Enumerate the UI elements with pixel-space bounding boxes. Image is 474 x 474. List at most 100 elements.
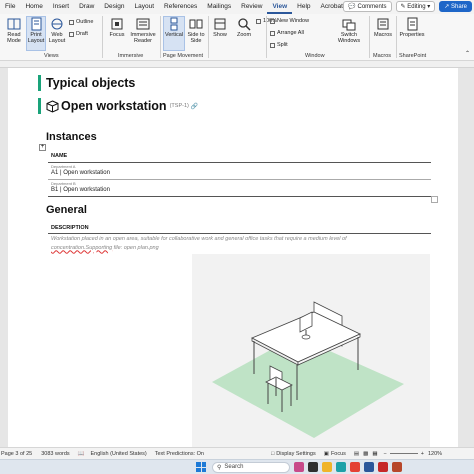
row-department: Department A bbox=[51, 164, 76, 169]
share-button[interactable]: ↗ Share bbox=[439, 1, 472, 12]
read-mode-icon[interactable]: ▤ bbox=[354, 451, 359, 457]
link-icon[interactable]: 🔗 bbox=[191, 103, 198, 110]
vertical-button[interactable]: Vertical bbox=[163, 16, 185, 51]
arrange-all-label: Arrange All bbox=[277, 30, 304, 36]
tab-home[interactable]: Home bbox=[20, 0, 47, 14]
app-icon[interactable] bbox=[294, 462, 304, 472]
macros-button[interactable]: Macros bbox=[372, 17, 394, 38]
group-label-page-movement: Page Movement bbox=[163, 53, 204, 59]
tab-file[interactable]: File bbox=[0, 0, 20, 14]
workstation-illustration[interactable] bbox=[192, 254, 430, 447]
print-layout-button[interactable]: Print Layout bbox=[26, 16, 46, 51]
table-row[interactable]: B1 | Open workstation bbox=[51, 187, 110, 193]
zoom-slider[interactable] bbox=[389, 453, 418, 454]
switch-windows-icon bbox=[342, 19, 356, 31]
outline-label: Outline bbox=[76, 19, 94, 25]
split-button[interactable]: Split bbox=[270, 42, 288, 48]
zoom-out-icon[interactable]: − bbox=[384, 451, 387, 457]
spelling-error-word[interactable]: concentration.Supporting bbox=[51, 245, 112, 251]
display-settings-icon[interactable]: □ bbox=[271, 451, 274, 457]
switch-windows-label: Switch Windows bbox=[337, 32, 361, 44]
arrange-all-button[interactable]: Arrange All bbox=[270, 30, 304, 36]
tab-design[interactable]: Design bbox=[99, 0, 129, 14]
split-icon bbox=[270, 42, 275, 48]
proofing-icon[interactable]: 📖 bbox=[78, 451, 85, 457]
workstation-drawing bbox=[212, 301, 404, 438]
table-rule bbox=[48, 179, 431, 180]
table-move-handle-icon[interactable]: + bbox=[39, 144, 46, 151]
focus-label: Focus bbox=[109, 32, 125, 38]
tab-view[interactable]: View bbox=[267, 0, 293, 14]
reader-icon bbox=[136, 18, 150, 30]
web-layout-icon[interactable]: ▦ bbox=[372, 451, 377, 457]
acrobat-icon[interactable] bbox=[378, 462, 388, 472]
description-line-1: Workstation placed in an open area, suit… bbox=[51, 236, 347, 242]
instances-heading: Instances bbox=[46, 131, 97, 143]
print-layout-icon[interactable]: ▩ bbox=[363, 451, 368, 457]
page-count[interactable]: Page 3 of 25 bbox=[1, 451, 32, 457]
document-page[interactable]: Typical objects Open workstation (TSP-1)… bbox=[8, 68, 458, 447]
properties-icon bbox=[407, 17, 418, 31]
editing-button[interactable]: ✎ Editing ▾ bbox=[395, 1, 436, 12]
immersive-reader-button[interactable]: Immersive Reader bbox=[128, 17, 158, 44]
zoom-in-icon[interactable]: + bbox=[421, 451, 424, 457]
tab-layout[interactable]: Layout bbox=[130, 0, 160, 14]
text-predictions-status[interactable]: Text Predictions: On bbox=[155, 451, 204, 457]
group-separator bbox=[102, 16, 103, 58]
taskbar-search[interactable]: ⚲ Search bbox=[212, 461, 290, 473]
share-icon: ↗ bbox=[444, 4, 450, 10]
description-column-header: DESCRIPTION bbox=[51, 225, 89, 231]
properties-button[interactable]: Properties bbox=[398, 17, 426, 38]
table-rule bbox=[48, 233, 431, 234]
heading-workstation-text: Open workstation bbox=[61, 99, 167, 113]
magnifier-icon bbox=[238, 18, 251, 31]
search-icon: ⚲ bbox=[217, 464, 222, 471]
outline-button[interactable]: Outline bbox=[69, 19, 93, 25]
windows-start-icon[interactable] bbox=[196, 462, 206, 472]
group-separator bbox=[208, 16, 209, 58]
display-settings-label[interactable]: Display Settings bbox=[276, 451, 315, 457]
powerpoint-icon[interactable] bbox=[392, 462, 402, 472]
edge-icon[interactable] bbox=[336, 462, 346, 472]
app-icon[interactable] bbox=[308, 462, 318, 472]
print-layout-label: Print Layout bbox=[27, 32, 45, 44]
file-explorer-icon[interactable] bbox=[322, 462, 332, 472]
table-resize-handle[interactable] bbox=[431, 196, 438, 203]
read-mode-label: Read Mode bbox=[7, 32, 21, 44]
draft-button[interactable]: Draft bbox=[69, 31, 88, 37]
show-button[interactable]: Show bbox=[211, 17, 229, 38]
side-to-side-button[interactable]: Side to Side bbox=[186, 17, 206, 44]
read-mode-button[interactable]: Read Mode bbox=[3, 17, 25, 44]
focus-mode-label[interactable]: Focus bbox=[331, 451, 346, 457]
zoom-level[interactable]: 120% bbox=[428, 451, 442, 457]
tab-references[interactable]: References bbox=[159, 0, 202, 14]
document-area: Typical objects Open workstation (TSP-1)… bbox=[0, 61, 474, 447]
name-column-header: NAME bbox=[51, 153, 68, 159]
tab-mailings[interactable]: Mailings bbox=[202, 0, 236, 14]
comments-button[interactable]: 💬 Comments bbox=[343, 1, 392, 12]
switch-windows-button[interactable]: Switch Windows bbox=[332, 17, 366, 44]
tab-review[interactable]: Review bbox=[236, 0, 267, 14]
heading-typical-objects: Typical objects bbox=[38, 75, 135, 91]
new-window-button[interactable]: New Window bbox=[270, 18, 309, 24]
chrome-icon[interactable] bbox=[350, 462, 360, 472]
word-count[interactable]: 3083 words bbox=[41, 451, 69, 457]
group-separator bbox=[160, 16, 161, 58]
zoom-button[interactable]: Zoom bbox=[233, 17, 255, 38]
tab-help[interactable]: Help bbox=[292, 0, 315, 14]
group-separator bbox=[396, 16, 397, 58]
web-layout-button[interactable]: Web Layout bbox=[47, 17, 67, 44]
collapse-ribbon-icon[interactable]: ⌃ bbox=[465, 50, 470, 57]
language-status[interactable]: English (United States) bbox=[91, 451, 147, 457]
description-text[interactable]: Workstation placed in an open area, suit… bbox=[51, 235, 431, 252]
cube-icon bbox=[46, 99, 59, 113]
focus-mode-icon[interactable]: ▣ bbox=[324, 451, 329, 457]
tab-insert[interactable]: Insert bbox=[48, 0, 74, 14]
draft-icon bbox=[69, 31, 74, 37]
side-to-side-label: Side to Side bbox=[187, 32, 205, 44]
focus-button[interactable]: Focus bbox=[107, 17, 127, 38]
page-icon bbox=[31, 17, 42, 31]
table-row[interactable]: A1 | Open workstation bbox=[51, 170, 110, 176]
word-icon[interactable] bbox=[364, 462, 374, 472]
tab-draw[interactable]: Draw bbox=[74, 0, 99, 14]
